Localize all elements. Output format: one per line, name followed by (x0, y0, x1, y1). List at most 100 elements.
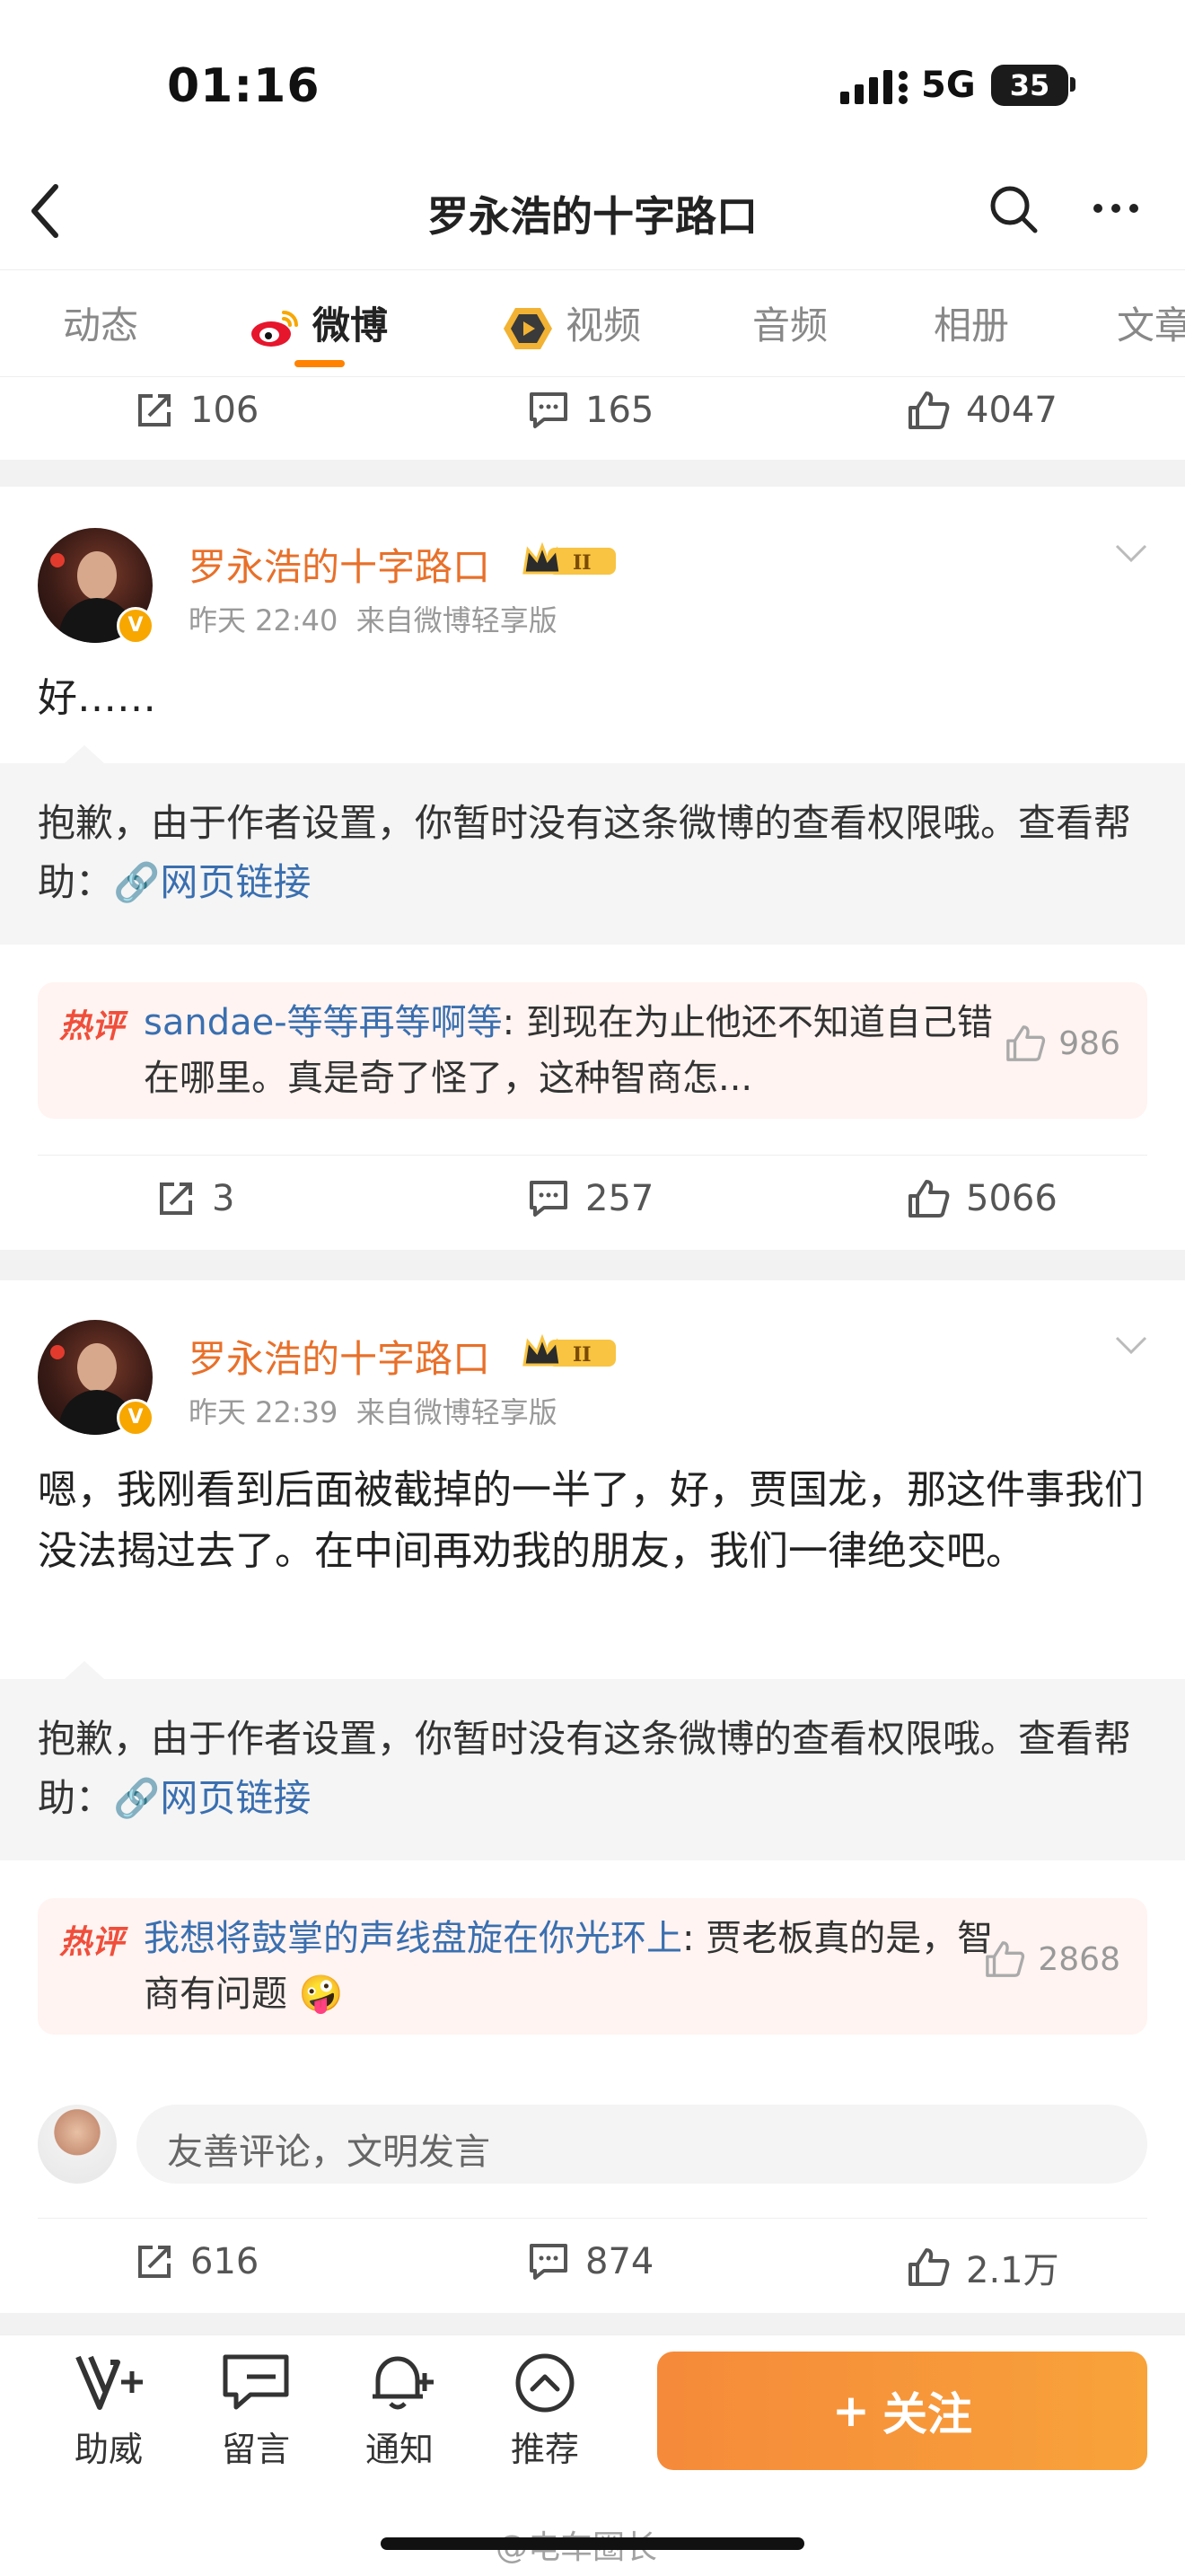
post-author[interactable]: 罗永浩的十字路口 (189, 537, 490, 592)
repost-button[interactable]: 3 (156, 1178, 234, 1219)
battery-cap (1070, 77, 1075, 92)
repost-icon (138, 394, 171, 426)
recommend-label: 推荐 (510, 2430, 579, 2469)
comment-button[interactable]: 874 (528, 2241, 654, 2282)
verified-badge-icon: V (117, 607, 154, 645)
comment-button[interactable]: 165 (528, 390, 654, 431)
post-author[interactable]: 罗永浩的十字路口 (189, 1329, 490, 1384)
section-gap (0, 2313, 1185, 2334)
like-icon (908, 391, 950, 429)
tab-audio[interactable]: 音频 (752, 295, 828, 350)
tab-dynamic[interactable]: 动态 (63, 295, 138, 350)
follow-button[interactable]: + 关注 (657, 2352, 1147, 2470)
repost-icon (160, 1182, 192, 1215)
quote-notch (65, 745, 104, 763)
cheer-button[interactable]: 助威 (59, 2352, 158, 2471)
like-count: 4047 (966, 390, 1058, 431)
post-source: 来自微博轻享版 (356, 1395, 557, 1429)
like-icon (1006, 1025, 1046, 1061)
post-meta: 昨天 22:40 来自微博轻享版 (189, 598, 557, 639)
home-indicator (381, 2537, 804, 2550)
repost-icon (138, 2246, 171, 2278)
message-label: 留言 (221, 2430, 290, 2469)
back-icon[interactable] (27, 180, 63, 242)
section-gap (0, 1250, 1185, 1280)
hot-comment[interactable]: 热评 sandae-等等再等啊等: 到现在为止他还不知道自己错在哪里。真是奇了怪… (38, 982, 1147, 1119)
hot-comment-like-count: 986 (1058, 1024, 1120, 1062)
hot-comment-text: sandae-等等再等啊等: 到现在为止他还不知道自己错在哪里。真是奇了怪了，这… (144, 995, 1005, 1106)
page-title: 罗永浩的十字路口 (427, 192, 758, 241)
web-link[interactable]: 🔗网页链接 (113, 1776, 311, 1820)
svg-text:II: II (573, 1343, 592, 1367)
comment-icon (530, 2244, 567, 2280)
hot-comment-tag: 热评 (59, 1924, 125, 1961)
post-meta: 昨天 22:39 来自微博轻享版 (189, 1390, 557, 1431)
divider (38, 2218, 1147, 2219)
status-time: 01:16 (167, 59, 320, 113)
prev-post-actions: 106 165 4047 (0, 370, 1185, 460)
repost-count: 106 (190, 390, 259, 431)
post-text: 好…… (38, 675, 156, 721)
like-icon (986, 1941, 1025, 1977)
like-icon (908, 1180, 950, 1218)
svg-text:II: II (573, 551, 592, 575)
bell-plus-icon (373, 2356, 434, 2410)
profile-tabs: 动态 微博 视频 音频 相册 文章 (0, 269, 1185, 377)
comment-input[interactable]: 友善评论，文明发言 (136, 2105, 1147, 2184)
post-actions: 3 257 5066 (0, 1158, 1185, 1248)
chevron-down-icon[interactable] (1113, 542, 1149, 564)
weibo-logo-icon (251, 310, 298, 347)
quote-notch (65, 1661, 104, 1679)
crown-badge-icon: II (522, 541, 616, 575)
tab-album[interactable]: 相册 (934, 295, 1009, 350)
like-count: 5066 (966, 1178, 1058, 1219)
web-link-label: 网页链接 (160, 860, 312, 904)
notify-button[interactable]: 通知 (350, 2352, 449, 2471)
repost-button[interactable]: 106 (135, 390, 259, 431)
tab-video[interactable]: 视频 (503, 295, 641, 351)
like-button[interactable]: 2.1万 (907, 2241, 1059, 2293)
plus-icon: + (832, 2385, 870, 2437)
search-icon[interactable] (988, 183, 1040, 235)
current-user-avatar (38, 2105, 117, 2184)
divider (38, 1155, 1147, 1156)
post-actions: 616 874 2.1万 (0, 2221, 1185, 2311)
hot-comment-like[interactable]: 986 (1005, 1024, 1120, 1063)
like-button[interactable]: 5066 (907, 1178, 1058, 1219)
post-text: 嗯，我刚看到后面被截掉的一半了，好，贾国龙，那这件事我们没法揭过去了。在中间再劝… (38, 1467, 1144, 1574)
like-icon (908, 2248, 950, 2286)
hot-comment-text: 我想将鼓掌的声线盘旋在你光环上: 贾老板真的是，智商有问题 🤪 (144, 1911, 1005, 2022)
repost-count: 3 (212, 1178, 235, 1219)
hot-comment-tag: 热评 (59, 1008, 125, 1045)
hot-comment[interactable]: 热评 我想将鼓掌的声线盘旋在你光环上: 贾老板真的是，智商有问题 🤪 2868 (38, 1898, 1147, 2035)
message-button[interactable]: 留言 (206, 2352, 305, 2471)
quoted-notice: 抱歉，由于作者设置，你暂时没有这条微博的查看权限哦。查看帮助：🔗网页链接 (38, 794, 1151, 912)
web-link-label: 网页链接 (160, 1776, 312, 1820)
active-tab-indicator (294, 360, 345, 367)
tab-weibo[interactable]: 微博 (250, 295, 388, 350)
comment-count: 874 (585, 2241, 654, 2282)
notify-label: 通知 (364, 2430, 434, 2469)
web-link[interactable]: 🔗网页链接 (113, 860, 311, 904)
chevron-down-icon[interactable] (1113, 1334, 1149, 1356)
hot-comment-like[interactable]: 2868 (984, 1939, 1120, 1979)
repost-count: 616 (190, 2241, 259, 2282)
recommend-button[interactable]: 推荐 (496, 2352, 594, 2471)
tab-weibo-label: 微博 (312, 303, 389, 347)
verified-badge-icon: V (117, 1399, 154, 1437)
cheer-v-icon (75, 2355, 143, 2410)
like-button[interactable]: 4047 (907, 390, 1058, 431)
video-hexagon-icon (504, 307, 552, 349)
more-icon[interactable] (1091, 199, 1141, 217)
tab-article[interactable]: 文章 (1117, 295, 1185, 350)
comment-count: 165 (585, 390, 654, 431)
crown-badge-icon: II (522, 1333, 616, 1367)
hot-comment-user[interactable]: sandae-等等再等啊等 (144, 1002, 503, 1043)
repost-button[interactable]: 616 (135, 2241, 259, 2282)
comment-button[interactable]: 257 (528, 1178, 654, 1219)
quoted-notice: 抱歉，由于作者设置，你暂时没有这条微博的查看权限哦。查看帮助：🔗网页链接 (38, 1710, 1151, 1828)
laugh-cry-emoji-icon: 🤪 (298, 1974, 344, 2015)
tab-video-label: 视频 (566, 303, 642, 347)
like-count: 2.1万 (966, 2250, 1059, 2291)
hot-comment-user[interactable]: 我想将鼓掌的声线盘旋在你光环上 (144, 1918, 682, 1959)
